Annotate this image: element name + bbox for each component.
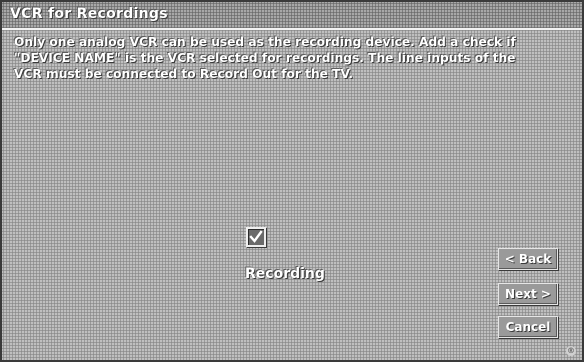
- back-button[interactable]: < Back: [498, 248, 558, 270]
- vcr-setup-screen: VCR for Recordings Only one analog VCR c…: [0, 0, 584, 362]
- next-button[interactable]: Next >: [498, 283, 558, 305]
- recording-checkbox[interactable]: [246, 227, 266, 247]
- instructions-line: VCR must be connected to Record Out for …: [14, 67, 353, 81]
- title-bar: VCR for Recordings: [2, 2, 582, 30]
- checkmark-icon: [249, 230, 263, 243]
- registered-mark-icon: ®: [566, 346, 576, 356]
- recording-label: Recording: [245, 266, 325, 282]
- instructions-line: "DEVICE NAME" is the VCR selected for re…: [14, 51, 516, 65]
- instructions-text: Only one analog VCR can be used as the r…: [14, 34, 578, 82]
- instructions-line: Only one analog VCR can be used as the r…: [14, 35, 516, 49]
- cancel-button[interactable]: Cancel: [498, 316, 558, 338]
- window-title: VCR for Recordings: [10, 6, 168, 22]
